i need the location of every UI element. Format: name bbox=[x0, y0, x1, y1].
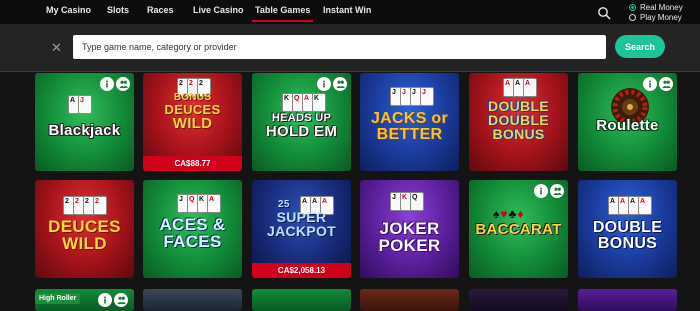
high-roller-badge: High Roller bbox=[35, 293, 81, 304]
cards-graphic: AAA bbox=[503, 78, 537, 97]
nav-races[interactable]: Races bbox=[147, 5, 174, 15]
cards-graphic: JJJJ bbox=[390, 87, 434, 106]
game-tile-aces-and-faces[interactable]: JQKA ACES & FACES bbox=[143, 180, 242, 278]
game-tile-blackjack[interactable]: AJ Blackjack bbox=[35, 73, 134, 171]
game-tile-super-jackpot[interactable]: AAA 25 SUPER JACKPOT CA$2,058.13 bbox=[252, 180, 351, 278]
game-tile-partial[interactable] bbox=[469, 289, 568, 311]
users-icon[interactable] bbox=[116, 77, 130, 91]
real-money-label: Real Money bbox=[640, 3, 683, 12]
info-icon[interactable] bbox=[98, 293, 112, 307]
game-title: BACCARAT bbox=[475, 221, 562, 238]
tile-icons bbox=[534, 184, 564, 198]
game-tile-bonus-deuces-wild[interactable]: 222 BONUS DEUCES WILD CA$88.77 bbox=[143, 73, 242, 171]
users-icon[interactable] bbox=[550, 184, 564, 198]
game-tile-heads-up-hold-em[interactable]: KQAK HEADS UP HOLD EM bbox=[252, 73, 351, 171]
users-icon[interactable] bbox=[114, 293, 128, 307]
nav-instant-win[interactable]: Instant Win bbox=[323, 5, 371, 15]
game-title: DEUCES WILD bbox=[48, 217, 121, 253]
jackpot-amount: CA$88.77 bbox=[143, 156, 242, 171]
game-tile-roulette[interactable]: Roulette bbox=[578, 73, 677, 171]
close-icon[interactable]: ✕ bbox=[51, 40, 62, 56]
game-tile-double-double-bonus[interactable]: AAA DOUBLE DOUBLE BONUS bbox=[469, 73, 568, 171]
game-title: BONUS DEUCES WILD bbox=[164, 92, 221, 132]
game-tile-partial[interactable] bbox=[252, 289, 351, 311]
game-tile-partial[interactable] bbox=[360, 289, 459, 311]
search-input[interactable] bbox=[73, 35, 606, 59]
game-title: Roulette bbox=[596, 117, 659, 134]
game-title: DOUBLE BONUS bbox=[592, 219, 663, 252]
play-money-label: Play Money bbox=[640, 13, 682, 22]
game-tile-double-bonus[interactable]: AAAA DOUBLE BONUS bbox=[578, 180, 677, 278]
nav-live-casino[interactable]: Live Casino bbox=[193, 5, 244, 15]
search-button[interactable]: Search bbox=[615, 35, 665, 58]
game-tile-partial[interactable] bbox=[143, 289, 242, 311]
game-tile-joker-poker[interactable]: JKQ JOKER POKER bbox=[360, 180, 459, 278]
cards-graphic: JKQ bbox=[390, 192, 424, 211]
info-icon[interactable] bbox=[643, 77, 657, 91]
radio-unselected-icon bbox=[629, 14, 636, 21]
search-icon[interactable] bbox=[597, 6, 611, 20]
info-icon[interactable] bbox=[534, 184, 548, 198]
info-icon[interactable] bbox=[100, 77, 114, 91]
users-icon[interactable] bbox=[659, 77, 673, 91]
tile-icons bbox=[100, 77, 130, 91]
tile-icons bbox=[643, 77, 673, 91]
game-tile-partial[interactable] bbox=[578, 289, 677, 311]
nav-table-games[interactable]: Table Games bbox=[251, 5, 314, 22]
cards-graphic: AJ bbox=[68, 95, 92, 114]
game-title: JACKS or BETTER bbox=[370, 110, 449, 143]
info-icon[interactable] bbox=[317, 77, 331, 91]
cards-graphic: JQKA bbox=[177, 194, 221, 213]
cards-graphic: 2222 bbox=[63, 196, 107, 215]
game-tile-jacks-or-better[interactable]: JJJJ JACKS or BETTER bbox=[360, 73, 459, 171]
cards-graphic: KQAK bbox=[282, 93, 326, 112]
nav-my-casino[interactable]: My Casino bbox=[46, 5, 91, 15]
play-money-option[interactable]: Play Money bbox=[629, 13, 682, 22]
cards-graphic: AAAA bbox=[608, 196, 652, 215]
game-title: ACES & FACES bbox=[159, 215, 226, 251]
radio-selected-icon bbox=[629, 4, 636, 11]
search-bar: ✕ Search bbox=[0, 24, 700, 72]
jackpot-amount: CA$2,058.13 bbox=[252, 263, 351, 278]
users-icon[interactable] bbox=[333, 77, 347, 91]
game-title: HEADS UP HOLD EM bbox=[265, 112, 338, 140]
real-money-option[interactable]: Real Money bbox=[629, 3, 683, 12]
game-tile-baccarat[interactable]: ♠♥♣♦ BACCARAT bbox=[469, 180, 568, 278]
top-navigation: My Casino Slots Races Live Casino Table … bbox=[0, 0, 700, 24]
game-title: JOKER POKER bbox=[378, 219, 441, 255]
nav-slots[interactable]: Slots bbox=[107, 5, 129, 15]
game-title: 25 SUPER JACKPOT bbox=[267, 199, 336, 239]
game-title: Blackjack bbox=[48, 122, 121, 139]
game-title: DOUBLE DOUBLE BONUS bbox=[488, 98, 549, 142]
tile-icons bbox=[317, 77, 347, 91]
game-tile-deuces-wild[interactable]: 2222 DEUCES WILD bbox=[35, 180, 134, 278]
card-suits-icon: ♠♥♣♦ bbox=[493, 207, 525, 221]
